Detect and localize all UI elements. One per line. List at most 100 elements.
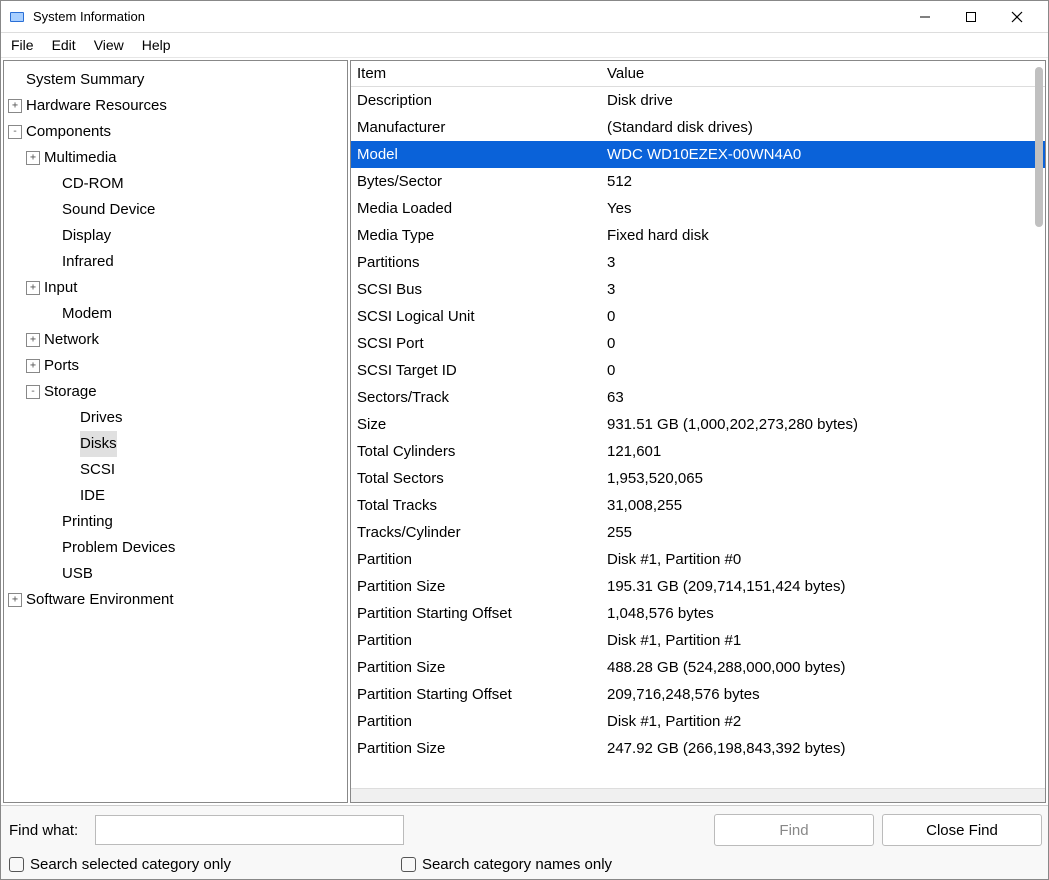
detail-scroll[interactable]: Item Value DescriptionDisk driveManufact… [351, 61, 1045, 788]
tree-item-ports[interactable]: +Ports [8, 353, 341, 379]
tree-item-disks[interactable]: Disks [8, 431, 341, 457]
detail-item: Partitions [351, 249, 601, 276]
menu-file[interactable]: File [11, 37, 34, 53]
tree-item-system-summary[interactable]: System Summary [8, 67, 341, 93]
checkbox-icon[interactable] [9, 857, 24, 872]
detail-row[interactable]: PartitionDisk #1, Partition #1 [351, 627, 1045, 654]
tree-item-sound-device[interactable]: Sound Device [8, 197, 341, 223]
detail-value: 0 [601, 357, 1045, 384]
find-row: Find what: Find Close Find [7, 814, 1042, 846]
detail-row[interactable]: SCSI Port0 [351, 330, 1045, 357]
detail-row[interactable]: Media TypeFixed hard disk [351, 222, 1045, 249]
spacer-icon [62, 489, 76, 503]
find-button[interactable]: Find [714, 814, 874, 846]
detail-rows: DescriptionDisk driveManufacturer(Standa… [351, 87, 1045, 762]
detail-row[interactable]: PartitionDisk #1, Partition #2 [351, 708, 1045, 735]
detail-row[interactable]: SCSI Bus3 [351, 276, 1045, 303]
tree-item-software-environment[interactable]: +Software Environment [8, 587, 341, 613]
detail-value: Disk drive [601, 87, 1045, 114]
detail-value: 3 [601, 249, 1045, 276]
spacer-icon [44, 255, 58, 269]
detail-row[interactable]: Sectors/Track63 [351, 384, 1045, 411]
detail-value: 3 [601, 276, 1045, 303]
detail-value: 255 [601, 519, 1045, 546]
detail-row[interactable]: Total Tracks31,008,255 [351, 492, 1045, 519]
tree-item-modem[interactable]: Modem [8, 301, 341, 327]
detail-row[interactable]: Partition Size488.28 GB (524,288,000,000… [351, 654, 1045, 681]
column-header-value[interactable]: Value [601, 61, 1045, 86]
tree-item-scsi[interactable]: SCSI [8, 457, 341, 483]
minimize-button[interactable] [902, 1, 948, 33]
detail-row[interactable]: Tracks/Cylinder255 [351, 519, 1045, 546]
find-input[interactable] [95, 815, 404, 845]
detail-value: 63 [601, 384, 1045, 411]
tree-item-drives[interactable]: Drives [8, 405, 341, 431]
tree-pane[interactable]: System Summary +Hardware Resources -Comp… [3, 60, 348, 803]
detail-row[interactable]: Total Cylinders121,601 [351, 438, 1045, 465]
detail-item: Manufacturer [351, 114, 601, 141]
tree-item-printing[interactable]: Printing [8, 509, 341, 535]
detail-value: 31,008,255 [601, 492, 1045, 519]
detail-row[interactable]: PartitionDisk #1, Partition #0 [351, 546, 1045, 573]
check-search-names[interactable]: Search category names only [401, 856, 612, 873]
expand-icon[interactable]: + [8, 99, 22, 113]
close-find-button[interactable]: Close Find [882, 814, 1042, 846]
tree-item-problem-devices[interactable]: Problem Devices [8, 535, 341, 561]
detail-item: Partition Size [351, 735, 601, 762]
checkbox-icon[interactable] [401, 857, 416, 872]
spacer-icon [44, 541, 58, 555]
vertical-scrollbar-thumb[interactable] [1035, 67, 1043, 227]
detail-row[interactable]: SCSI Target ID0 [351, 357, 1045, 384]
detail-item: SCSI Bus [351, 276, 601, 303]
menu-view[interactable]: View [94, 37, 124, 53]
tree-item-display[interactable]: Display [8, 223, 341, 249]
detail-row[interactable]: SCSI Logical Unit0 [351, 303, 1045, 330]
menu-help[interactable]: Help [142, 37, 171, 53]
detail-item: Partition Size [351, 573, 601, 600]
detail-row[interactable]: Partitions3 [351, 249, 1045, 276]
category-tree: System Summary +Hardware Resources -Comp… [8, 67, 341, 613]
tree-item-input[interactable]: +Input [8, 275, 341, 301]
detail-row[interactable]: Partition Starting Offset209,716,248,576… [351, 681, 1045, 708]
detail-row[interactable]: Partition Size195.31 GB (209,714,151,424… [351, 573, 1045, 600]
detail-row[interactable]: Media LoadedYes [351, 195, 1045, 222]
column-header-item[interactable]: Item [351, 61, 601, 86]
app-icon [9, 9, 25, 25]
detail-row[interactable]: DescriptionDisk drive [351, 87, 1045, 114]
tree-item-cdrom[interactable]: CD-ROM [8, 171, 341, 197]
menu-edit[interactable]: Edit [52, 37, 76, 53]
collapse-icon[interactable]: - [26, 385, 40, 399]
tree-item-ide[interactable]: IDE [8, 483, 341, 509]
expand-icon[interactable]: + [26, 281, 40, 295]
detail-row[interactable]: ModelWDC WD10EZEX-00WN4A0 [351, 141, 1045, 168]
detail-row[interactable]: Partition Size247.92 GB (266,198,843,392… [351, 735, 1045, 762]
check-search-selected[interactable]: Search selected category only [9, 856, 231, 873]
expand-icon[interactable]: + [26, 359, 40, 373]
expand-icon[interactable]: + [26, 151, 40, 165]
detail-pane: Item Value DescriptionDisk driveManufact… [350, 60, 1046, 803]
detail-value: 1,953,520,065 [601, 465, 1045, 492]
collapse-icon[interactable]: - [8, 125, 22, 139]
tree-item-infrared[interactable]: Infrared [8, 249, 341, 275]
detail-item: Partition [351, 627, 601, 654]
tree-item-components[interactable]: -Components [8, 119, 341, 145]
spacer-icon [44, 515, 58, 529]
close-button[interactable] [994, 1, 1040, 33]
horizontal-scrollbar[interactable] [351, 788, 1045, 802]
tree-item-network[interactable]: +Network [8, 327, 341, 353]
detail-item: Total Sectors [351, 465, 601, 492]
tree-item-hardware-resources[interactable]: +Hardware Resources [8, 93, 341, 119]
tree-item-usb[interactable]: USB [8, 561, 341, 587]
detail-row[interactable]: Manufacturer(Standard disk drives) [351, 114, 1045, 141]
detail-row[interactable]: Partition Starting Offset1,048,576 bytes [351, 600, 1045, 627]
detail-value: Disk #1, Partition #0 [601, 546, 1045, 573]
detail-row[interactable]: Total Sectors1,953,520,065 [351, 465, 1045, 492]
expand-icon[interactable]: + [26, 333, 40, 347]
maximize-button[interactable] [948, 1, 994, 33]
tree-item-multimedia[interactable]: +Multimedia [8, 145, 341, 171]
detail-row[interactable]: Bytes/Sector512 [351, 168, 1045, 195]
detail-row[interactable]: Size931.51 GB (1,000,202,273,280 bytes) [351, 411, 1045, 438]
expand-icon[interactable]: + [8, 593, 22, 607]
footer: Find what: Find Close Find Search select… [1, 805, 1048, 879]
tree-item-storage[interactable]: -Storage [8, 379, 341, 405]
